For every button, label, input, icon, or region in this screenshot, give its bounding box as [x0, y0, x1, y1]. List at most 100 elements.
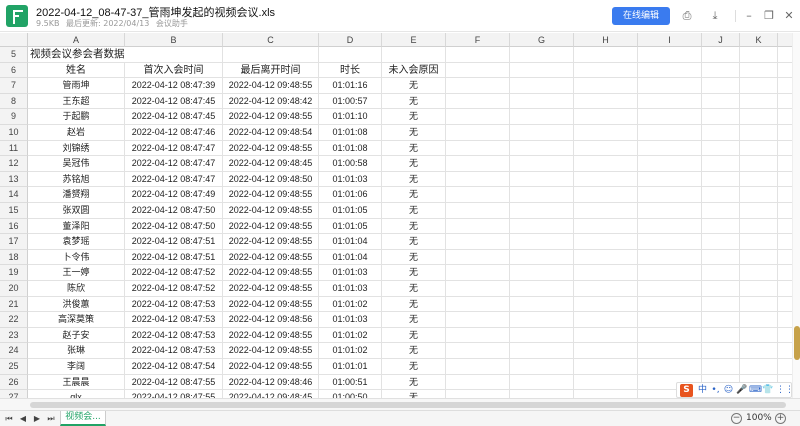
empty-cell[interactable]	[638, 93, 702, 110]
empty-cell[interactable]	[510, 343, 574, 359]
empty-cell[interactable]	[638, 312, 702, 328]
table-cell[interactable]: 2022-04-12 09:48:55	[223, 187, 319, 203]
table-cell[interactable]: 01:01:03	[319, 281, 382, 297]
table-cell[interactable]: 2022-04-12 09:48:55	[223, 343, 319, 359]
empty-cell[interactable]	[778, 187, 792, 203]
empty-cell[interactable]	[778, 94, 792, 110]
table-cell[interactable]: 2022-04-12 09:48:55	[223, 109, 319, 125]
download-icon[interactable]: ⤓	[708, 9, 722, 23]
empty-cell[interactable]	[510, 187, 574, 203]
empty-cell[interactable]	[740, 140, 778, 157]
table-cell[interactable]: 无	[382, 312, 446, 328]
table-cell[interactable]: 无	[382, 125, 446, 141]
table-header-cell[interactable]: 未入会原因	[382, 62, 446, 79]
empty-cell[interactable]	[446, 140, 510, 157]
table-cell[interactable]: 卜令伟	[28, 249, 125, 266]
table-cell[interactable]: 2022-04-12 08:47:54	[125, 359, 223, 375]
ime-emoji-icon[interactable]: ☺	[723, 384, 734, 397]
empty-cell[interactable]	[702, 249, 740, 266]
empty-cell[interactable]	[740, 312, 778, 328]
table-cell[interactable]: 01:01:03	[319, 171, 382, 188]
horizontal-scrollbar[interactable]	[0, 398, 800, 410]
table-cell[interactable]: 2022-04-12 09:48:42	[223, 93, 319, 110]
empty-cell[interactable]	[740, 359, 778, 375]
column-header[interactable]: I	[638, 33, 702, 47]
table-cell[interactable]: 张琳	[28, 343, 125, 359]
empty-cell[interactable]	[446, 47, 510, 63]
row-header[interactable]: 19	[0, 265, 28, 281]
empty-cell[interactable]	[223, 47, 319, 63]
minimize-icon[interactable]: –	[742, 9, 756, 23]
empty-cell[interactable]	[510, 78, 574, 94]
empty-cell[interactable]	[740, 265, 778, 281]
sheet-title-cell[interactable]: 视频会议参会者数据	[28, 47, 125, 63]
table-cell[interactable]: 苏铭旭	[28, 171, 125, 188]
row-header[interactable]: 27	[0, 390, 28, 398]
empty-cell[interactable]	[778, 47, 792, 63]
column-header[interactable]: E	[382, 33, 446, 47]
empty-cell[interactable]	[319, 47, 382, 63]
empty-cell[interactable]	[446, 265, 510, 281]
empty-cell[interactable]	[510, 390, 574, 398]
empty-cell[interactable]	[740, 234, 778, 250]
table-cell[interactable]: 无	[382, 374, 446, 391]
empty-cell[interactable]	[740, 171, 778, 188]
empty-cell[interactable]	[702, 281, 740, 297]
row-header[interactable]: 16	[0, 218, 28, 235]
empty-cell[interactable]	[638, 47, 702, 63]
row-header[interactable]: 23	[0, 327, 28, 344]
empty-cell[interactable]	[702, 296, 740, 313]
column-header[interactable]: F	[446, 33, 510, 47]
empty-cell[interactable]	[778, 63, 792, 79]
row-header[interactable]: 10	[0, 125, 28, 141]
empty-cell[interactable]	[446, 327, 510, 344]
zoom-out-icon[interactable]: −	[731, 413, 742, 424]
empty-cell[interactable]	[574, 218, 638, 235]
table-cell[interactable]: 陈欣	[28, 281, 125, 297]
table-cell[interactable]: 无	[382, 218, 446, 235]
empty-cell[interactable]	[574, 125, 638, 141]
table-cell[interactable]: 袁梦瑶	[28, 234, 125, 250]
empty-cell[interactable]	[446, 109, 510, 125]
empty-cell[interactable]	[574, 47, 638, 63]
empty-cell[interactable]	[778, 234, 792, 250]
empty-cell[interactable]	[778, 265, 792, 281]
row-header[interactable]: 22	[0, 312, 28, 328]
table-cell[interactable]: 01:01:02	[319, 343, 382, 359]
empty-cell[interactable]	[574, 374, 638, 391]
column-header[interactable]: K	[740, 33, 778, 47]
empty-cell[interactable]	[446, 187, 510, 203]
empty-cell[interactable]	[446, 78, 510, 94]
empty-cell[interactable]	[574, 171, 638, 188]
empty-cell[interactable]	[638, 125, 702, 141]
sheet-tab-active[interactable]: 视频会...	[60, 411, 106, 426]
empty-cell[interactable]	[638, 187, 702, 203]
empty-cell[interactable]	[446, 359, 510, 375]
table-cell[interactable]: 2022-04-12 08:47:50	[125, 218, 223, 235]
empty-cell[interactable]	[510, 140, 574, 157]
table-cell[interactable]: 01:00:57	[319, 93, 382, 110]
table-cell[interactable]: 2022-04-12 09:48:55	[223, 218, 319, 235]
table-cell[interactable]: 2022-04-12 09:48:55	[223, 296, 319, 313]
empty-cell[interactable]	[382, 47, 446, 63]
table-cell[interactable]: 01:01:16	[319, 78, 382, 94]
table-cell[interactable]: glx	[28, 390, 125, 398]
empty-cell[interactable]	[574, 327, 638, 344]
empty-cell[interactable]	[510, 296, 574, 313]
table-cell[interactable]: 无	[382, 249, 446, 266]
table-cell[interactable]: 张双圆	[28, 203, 125, 219]
table-cell[interactable]: 王一婷	[28, 265, 125, 281]
empty-cell[interactable]	[740, 109, 778, 125]
table-cell[interactable]: 潘赟翔	[28, 187, 125, 203]
empty-cell[interactable]	[125, 47, 223, 63]
empty-cell[interactable]	[740, 203, 778, 219]
table-cell[interactable]: 2022-04-12 08:47:47	[125, 171, 223, 188]
ime-punctuation-icon[interactable]: •,	[710, 384, 721, 397]
table-cell[interactable]: 无	[382, 296, 446, 313]
table-cell[interactable]: 2022-04-12 08:47:53	[125, 296, 223, 313]
empty-cell[interactable]	[446, 343, 510, 359]
empty-cell[interactable]	[740, 187, 778, 203]
empty-cell[interactable]	[702, 125, 740, 141]
ime-chinese-mode[interactable]: 中	[697, 384, 708, 397]
table-cell[interactable]: 无	[382, 281, 446, 297]
